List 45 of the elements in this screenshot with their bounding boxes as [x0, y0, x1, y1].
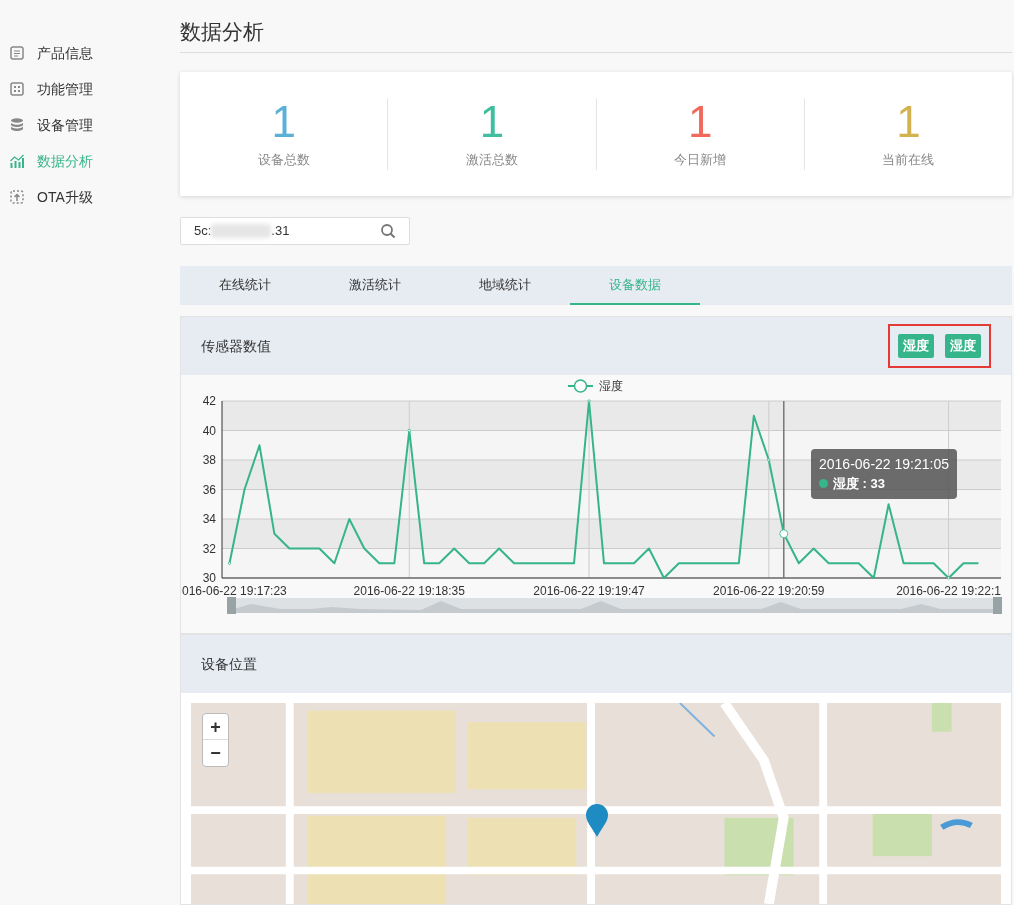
legend-label: 湿度 [599, 379, 623, 393]
axis-label: 34 [202, 512, 216, 526]
stat-label: 激活总数 [465, 151, 518, 170]
stat-label: 今日新增 [674, 151, 727, 170]
axis-label: 38 [202, 453, 216, 467]
axis-label: 2016-06-22 19:22:1 [896, 584, 1001, 598]
axis-label: 2016-06-22 19:18:35 [353, 584, 465, 598]
stat-value: 1 [687, 98, 713, 147]
zoom-in-button[interactable]: + [203, 714, 228, 740]
axis-label: 36 [202, 482, 216, 497]
stat-value: 1 [896, 98, 921, 147]
upload-icon [9, 189, 25, 205]
sidebar-item[interactable]: 产品信息 [0, 35, 180, 71]
search-field[interactable]: 5c: .31 [180, 217, 410, 245]
tab[interactable]: 地域统计 [440, 266, 570, 305]
document-icon [9, 45, 25, 61]
axis-label: 2016-06-22 19:19:47 [533, 584, 645, 598]
sidebar-item[interactable]: 功能管理 [0, 71, 180, 107]
database-icon [9, 117, 25, 133]
stat-value: 1 [479, 98, 505, 147]
search-icon[interactable] [380, 223, 396, 239]
grid-icon [9, 81, 25, 97]
axis-label: 2016-06-22 19:20:59 [713, 584, 825, 598]
axis-label: 32 [202, 541, 216, 556]
sidebar-item[interactable]: 设备管理 [0, 107, 180, 143]
legend-marker-icon [567, 379, 594, 393]
axis-label: 40 [202, 423, 216, 438]
zoom-out-button[interactable]: − [203, 740, 228, 766]
stat-value: 1 [271, 98, 296, 147]
stat-label: 设备总数 [257, 151, 310, 170]
axis-label: 30 [202, 571, 216, 585]
panel-title: 传感器数值 [201, 336, 271, 356]
page-title: 数据分析 [180, 19, 264, 45]
tooltip-value: 湿度 : 33 [833, 475, 885, 493]
sidebar-item[interactable]: OTA升级 [0, 179, 180, 215]
panel-title: 设备位置 [201, 654, 257, 674]
axis-label: 42 [202, 394, 216, 408]
tab[interactable]: 激活统计 [310, 266, 440, 305]
bar-chart-icon [9, 153, 25, 169]
zoom-slider[interactable] [227, 597, 1002, 614]
tooltip-title: 2016-06-22 19:21:05 [819, 455, 949, 474]
map-pin-icon[interactable] [585, 803, 609, 839]
tab[interactable]: 在线统计 [180, 266, 310, 305]
axis-label: 016-06-22 19:17:23 [182, 584, 287, 598]
stat-label: 当前在线 [882, 151, 935, 170]
